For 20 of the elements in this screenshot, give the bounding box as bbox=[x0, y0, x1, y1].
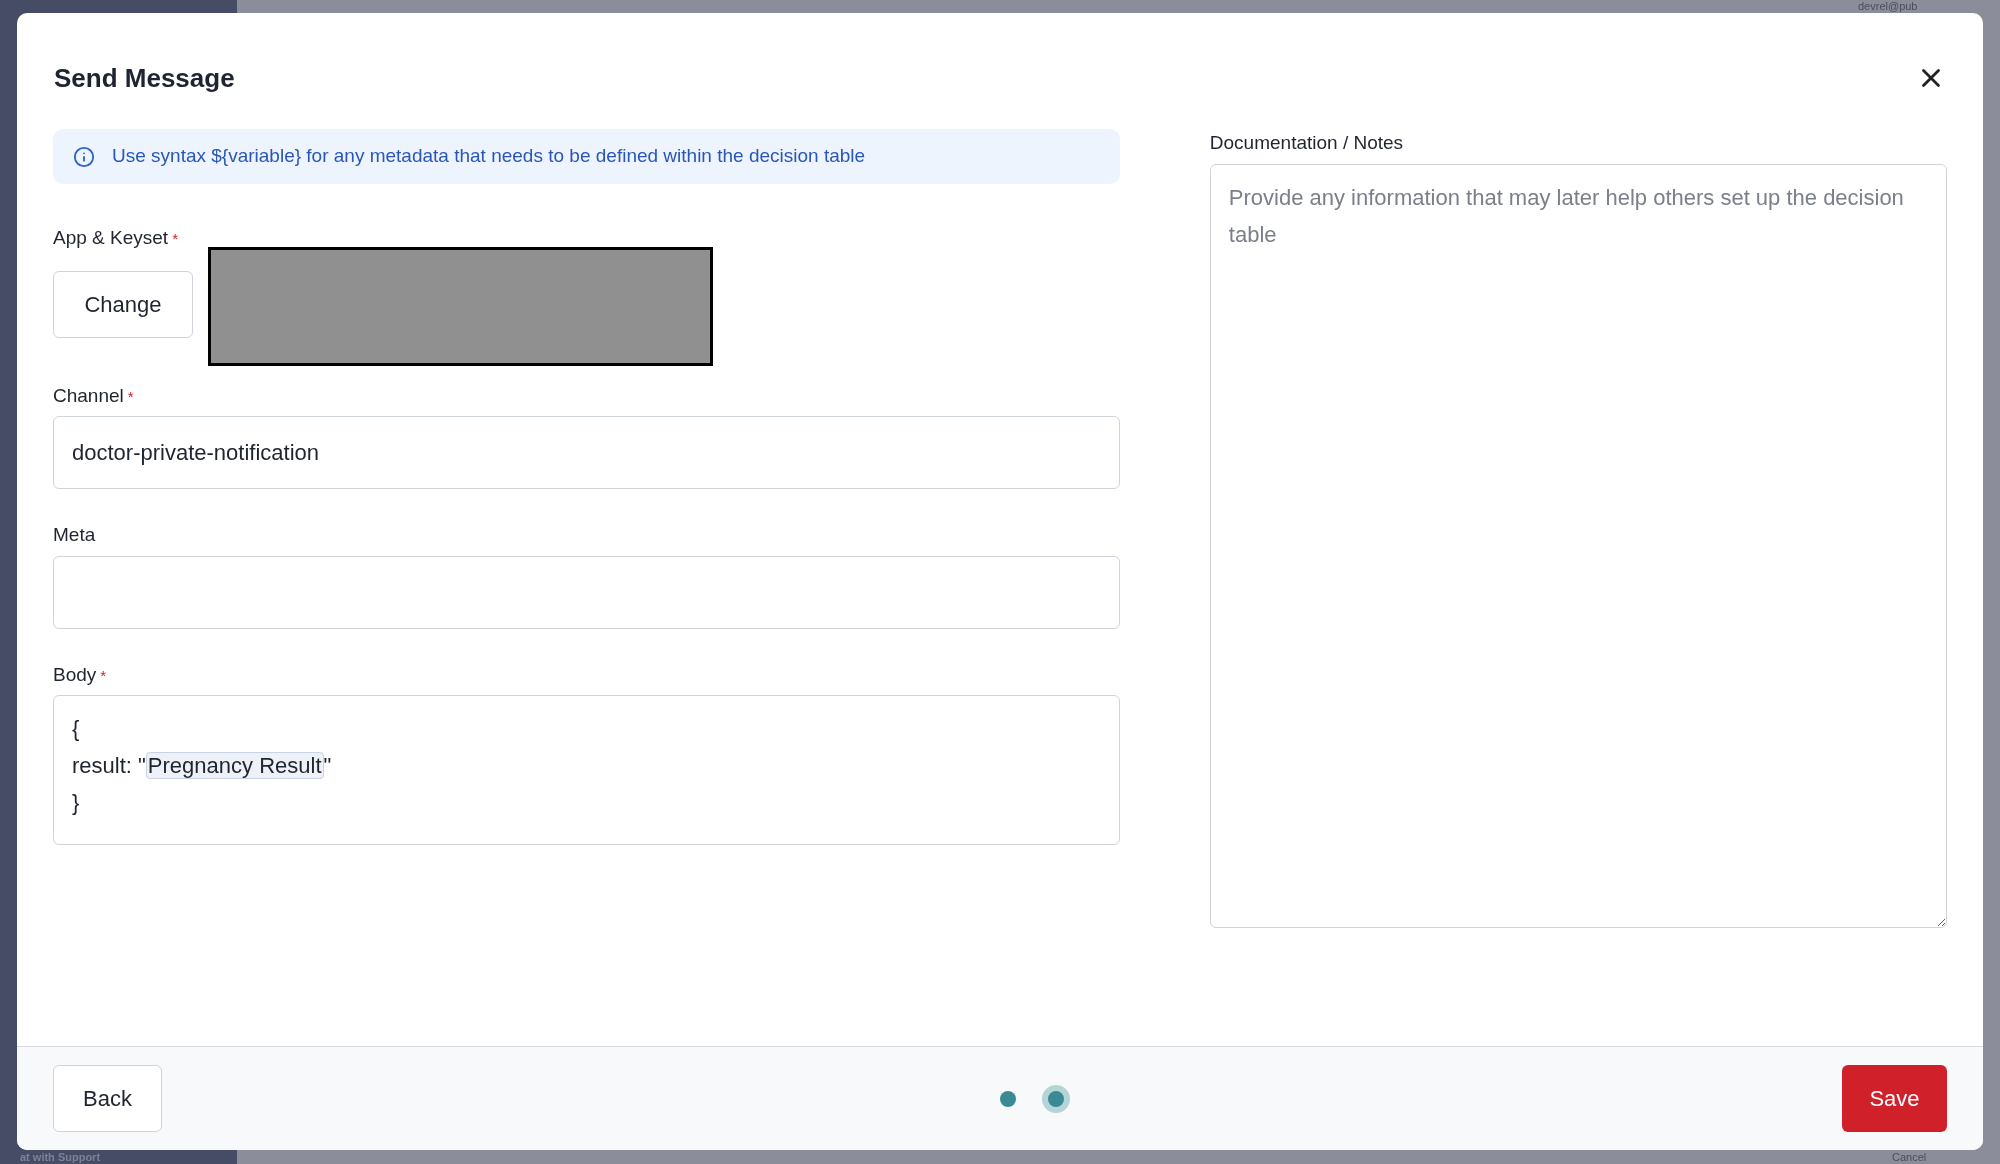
required-mark: * bbox=[172, 229, 178, 249]
dialog-title: Send Message bbox=[54, 61, 235, 95]
info-icon bbox=[73, 145, 95, 168]
info-text: Use syntax ${variable} for any metadata that needs to be defined within the decision table bbox=[112, 144, 866, 169]
back-button[interactable]: Back bbox=[53, 1065, 162, 1132]
save-button[interactable]: Save bbox=[1842, 1065, 1947, 1132]
body-editor[interactable]: { result: "Pregnancy Result" } bbox=[53, 695, 1120, 845]
variable-chip: Pregnancy Result bbox=[145, 752, 324, 779]
field-label: App & Keyset bbox=[53, 226, 169, 250]
field-label: Documentation / Notes bbox=[1209, 132, 1404, 153]
notes-textarea[interactable]: Provide any information that may later help others set up the decision table bbox=[1209, 163, 1947, 928]
field-label: Channel bbox=[53, 383, 124, 408]
user-email: devrel@pub bbox=[1858, 0, 1918, 12]
field-label: Meta bbox=[53, 523, 96, 547]
change-button[interactable]: Change bbox=[53, 270, 193, 338]
required-mark: * bbox=[127, 386, 134, 407]
meta-input[interactable] bbox=[53, 555, 1120, 629]
field-label: Body bbox=[53, 662, 97, 687]
channel-input[interactable]: doctor-private-notification bbox=[53, 416, 1120, 489]
required-mark: * bbox=[100, 665, 107, 686]
